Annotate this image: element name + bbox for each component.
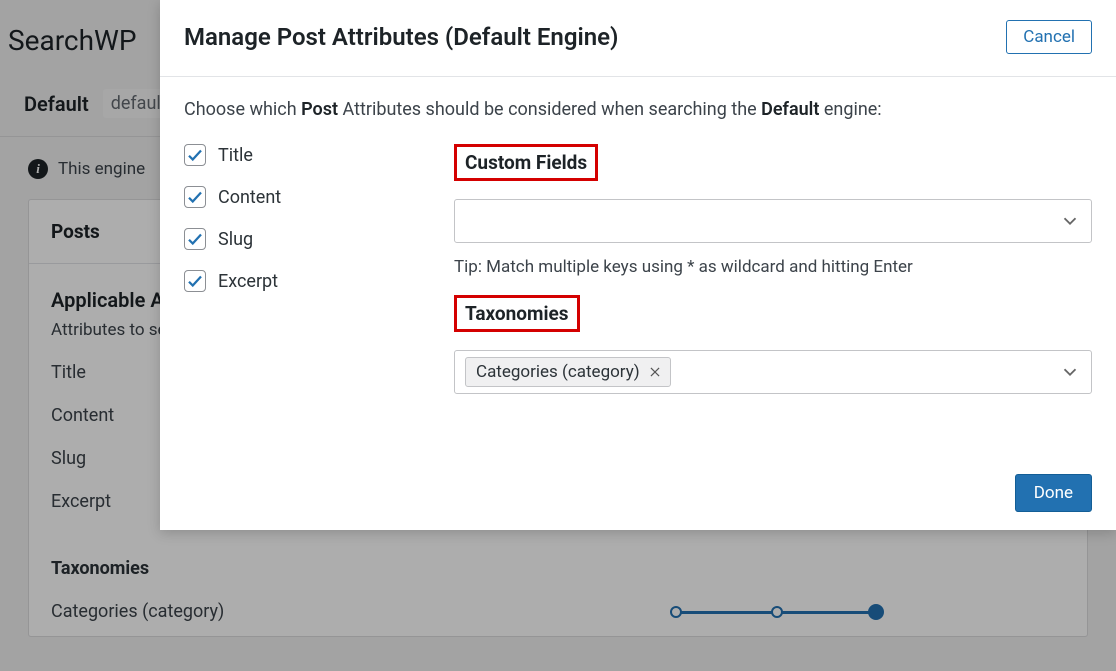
modal-body: Choose which Post Attributes should be c… — [160, 77, 1116, 456]
checkbox-checked-icon — [184, 144, 206, 166]
close-icon[interactable] — [648, 365, 662, 379]
select-column: Custom Fields Tip: Match multiple keys u… — [454, 144, 1092, 394]
modal-header: Manage Post Attributes (Default Engine) … — [160, 0, 1116, 77]
checkbox-column: Title Content Slug Excerpt — [184, 144, 434, 394]
taxonomies-label: Taxonomies — [454, 295, 580, 332]
manage-attributes-modal: Manage Post Attributes (Default Engine) … — [160, 0, 1116, 530]
checkbox-excerpt[interactable]: Excerpt — [184, 270, 434, 292]
modal-prompt: Choose which Post Attributes should be c… — [184, 99, 1092, 120]
checkbox-slug[interactable]: Slug — [184, 228, 434, 250]
done-button[interactable]: Done — [1015, 474, 1092, 512]
checkbox-content[interactable]: Content — [184, 186, 434, 208]
custom-fields-tip: Tip: Match multiple keys using * as wild… — [454, 257, 1092, 277]
checkbox-title[interactable]: Title — [184, 144, 434, 166]
custom-fields-label: Custom Fields — [454, 144, 598, 181]
custom-fields-select[interactable] — [454, 199, 1092, 243]
checkbox-checked-icon — [184, 186, 206, 208]
checkbox-label: Excerpt — [218, 271, 278, 292]
checkbox-checked-icon — [184, 228, 206, 250]
modal-title: Manage Post Attributes (Default Engine) — [184, 23, 618, 51]
checkbox-label: Slug — [218, 229, 253, 250]
modal-footer: Done — [160, 456, 1116, 530]
checkbox-checked-icon — [184, 270, 206, 292]
chevron-down-icon — [1059, 210, 1081, 232]
checkbox-label: Title — [218, 145, 253, 166]
taxonomy-tag[interactable]: Categories (category) — [465, 357, 671, 387]
taxonomies-select[interactable]: Categories (category) — [454, 350, 1092, 394]
checkbox-label: Content — [218, 187, 281, 208]
cancel-button[interactable]: Cancel — [1006, 20, 1092, 54]
chevron-down-icon — [1059, 361, 1081, 383]
taxonomy-tag-label: Categories (category) — [476, 362, 640, 382]
